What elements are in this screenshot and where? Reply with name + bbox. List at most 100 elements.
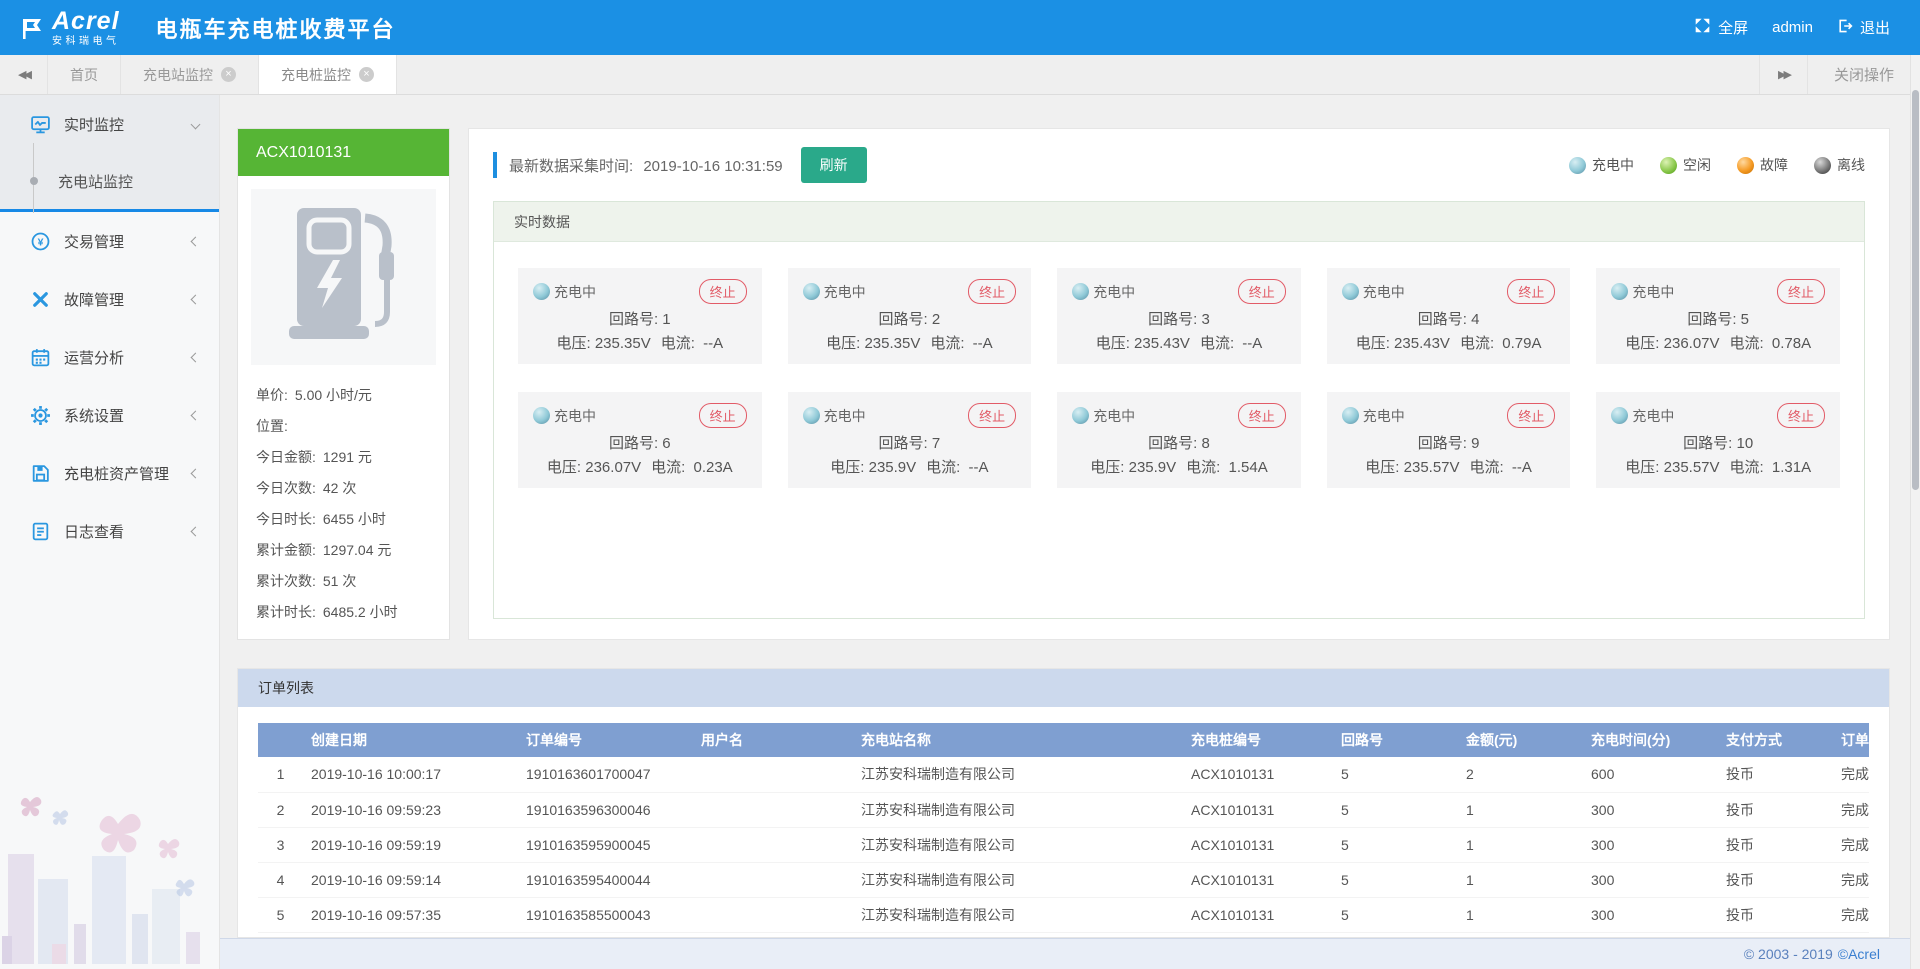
current-label: 电流: (1460, 335, 1498, 352)
stat-label: 累计次数: (256, 573, 316, 589)
terminate-button[interactable]: 终止 (1777, 403, 1825, 428)
refresh-button[interactable]: 刷新 (801, 147, 867, 183)
circuit-card-header: 充电中终止 (533, 403, 747, 428)
station-stat: 位置: (256, 411, 431, 442)
legend-label: 充电中 (1592, 155, 1634, 175)
cell: 投币 (1718, 897, 1833, 932)
cell: 1910163595400044 (518, 862, 693, 897)
voltage-label: 电压: (1365, 459, 1403, 476)
current-label: 电流: (651, 459, 689, 476)
sidebar-item-交易管理[interactable]: ¥交易管理 (0, 212, 219, 270)
tab-close-icon[interactable]: × (359, 67, 374, 82)
sidebar-item-充电桩资产管理[interactable]: 充电桩资产管理 (0, 444, 219, 502)
circuit-readings: 电压: 235.43V电流: 0.79A (1342, 332, 1556, 353)
fullscreen-button[interactable]: 全屏 (1694, 17, 1748, 38)
sidebar-subitem-充电站监控[interactable]: 充电站监控 (0, 153, 219, 209)
orders-col-充电站名称: 充电站名称 (853, 723, 1183, 757)
sidebar-item-故障管理[interactable]: 故障管理 (0, 270, 219, 328)
tabs-scroll-left-icon[interactable]: ◀◀ (0, 55, 48, 94)
station-summary-card: ACX1010131 单价:5.00 小时/元位置:今日金 (237, 128, 450, 640)
logout-button[interactable]: 退出 (1837, 17, 1890, 38)
terminate-button[interactable]: 终止 (1238, 279, 1286, 304)
sidebar-item-label: 充电桩资产管理 (64, 463, 169, 484)
acrel-footer-link[interactable]: ©Acrel (1838, 946, 1880, 962)
close-operations-button[interactable]: 关闭操作 (1807, 55, 1920, 94)
log-icon (30, 521, 64, 542)
orders-col-index (258, 723, 303, 757)
tabs-scroll-right-icon[interactable]: ▶▶ (1759, 55, 1807, 94)
terminate-button[interactable]: 终止 (1238, 403, 1286, 428)
cell: 江苏安科瑞制造有限公司 (853, 757, 1183, 792)
current-value: 0.78A (1772, 335, 1811, 352)
tab-充电站监控[interactable]: 充电站监控 × (121, 55, 259, 94)
tab-充电桩监控[interactable]: 充电桩监控× (259, 55, 397, 94)
tab-close-icon[interactable]: × (221, 67, 236, 82)
station-stat: 累计次数:51 次 (256, 566, 431, 597)
cell: 江苏安科瑞制造有限公司 (853, 792, 1183, 827)
circuit-status: 充电中 (1632, 406, 1674, 426)
current-value: 1.31A (1772, 459, 1811, 476)
stat-label: 今日次数: (256, 480, 316, 496)
legend-离线: 离线 (1814, 155, 1865, 175)
voltage-label: 电压: (1096, 335, 1134, 352)
stat-label: 累计金额: (256, 542, 316, 558)
cell: ACX1010131 (1183, 862, 1333, 897)
sidebar-item-label: 系统设置 (64, 405, 124, 426)
sidebar-item-运营分析[interactable]: 运营分析 (0, 328, 219, 386)
sidebar-item-系统设置[interactable]: 系统设置 (0, 386, 219, 444)
circuit-status: 充电中 (1363, 406, 1405, 426)
terminate-button[interactable]: 终止 (968, 403, 1016, 428)
sidebar-watermark-decoration (0, 784, 220, 969)
stat-value: 1297.04 元 (323, 542, 392, 558)
terminate-button[interactable]: 终止 (968, 279, 1016, 304)
station-stat: 今日时长:6455 小时 (256, 504, 431, 535)
cell: 1910163585500043 (518, 897, 693, 932)
circuit-card-5: 充电中终止回路号: 5电压: 236.07V电流: 0.78A (1596, 268, 1840, 364)
collect-time-value: 2019-10-16 10:31:59 (643, 158, 782, 175)
circuit-card-3: 充电中终止回路号: 3电压: 235.43V电流: --A (1057, 268, 1301, 364)
circuit-card-10: 充电中终止回路号: 10电压: 235.57V电流: 1.31A (1596, 392, 1840, 488)
analysis-icon (30, 347, 64, 368)
cell: 完成 (1833, 862, 1869, 897)
current-label: 电流: (1730, 459, 1768, 476)
charging-status-icon (533, 283, 550, 300)
user-menu[interactable]: admin (1772, 19, 1813, 36)
cell: 江苏安科瑞制造有限公司 (853, 827, 1183, 862)
charging-status-icon (533, 407, 550, 424)
tab-label: 充电站监控 (143, 65, 213, 85)
circuit-number: 回路号: 8 (1072, 432, 1286, 453)
cell: 完成 (1833, 792, 1869, 827)
cell: 完成 (1833, 827, 1869, 862)
voltage-value: 235.35V (864, 335, 920, 352)
terminate-button[interactable]: 终止 (699, 403, 747, 428)
current-label: 电流: (926, 459, 964, 476)
circuit-readings: 电压: 236.07V电流: 0.23A (533, 456, 747, 477)
terminate-button[interactable]: 终止 (1507, 279, 1555, 304)
cell: 5 (1333, 792, 1458, 827)
legend-label: 空闲 (1683, 155, 1711, 175)
voltage-value: 235.57V (1404, 459, 1460, 476)
subitem-dot-icon (30, 177, 38, 185)
terminate-button[interactable]: 终止 (699, 279, 747, 304)
tab-首页[interactable]: 首页 (48, 55, 121, 94)
cell: 5 (1333, 757, 1458, 792)
current-value: --A (969, 459, 989, 476)
circuit-card-8: 充电中终止回路号: 8电压: 235.9V电流: 1.54A (1057, 392, 1301, 488)
station-stat: 今日次数:42 次 (256, 473, 431, 504)
terminate-button[interactable]: 终止 (1507, 403, 1555, 428)
circuit-status: 充电中 (1093, 406, 1135, 426)
cell: 江苏安科瑞制造有限公司 (853, 897, 1183, 932)
order-list-title: 订单列表 (238, 669, 1889, 707)
logo-text: Acrel (52, 9, 120, 34)
cell: 1910163601700047 (518, 757, 693, 792)
circuit-readings: 电压: 235.57V电流: 1.31A (1611, 456, 1825, 477)
cell: 5 (1333, 862, 1458, 897)
scrollbar-thumb[interactable] (1912, 90, 1919, 490)
sidebar-item-日志查看[interactable]: 日志查看 (0, 502, 219, 560)
chevron-left-icon (191, 236, 201, 246)
legend-故障: 故障 (1737, 155, 1788, 175)
station-id: ACX1010131 (238, 129, 449, 176)
terminate-button[interactable]: 终止 (1777, 279, 1825, 304)
acrel-logo[interactable]: Acrel 安科瑞电气 (20, 9, 120, 47)
cell: 投币 (1718, 862, 1833, 897)
